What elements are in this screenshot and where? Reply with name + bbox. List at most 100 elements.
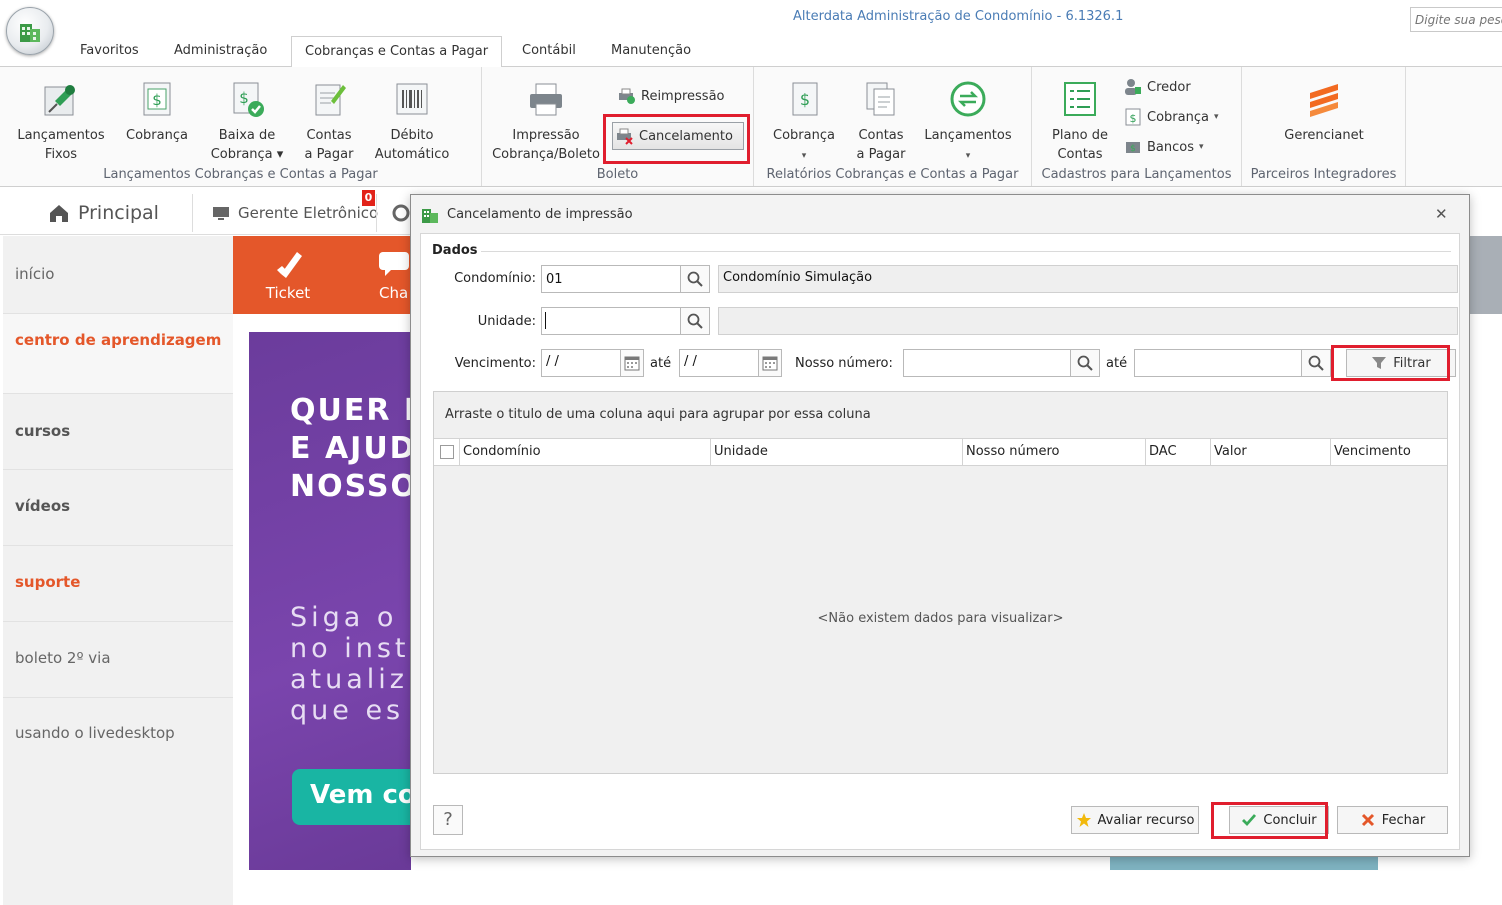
sidebar: início centro de aprendizagem cursos víd… [3, 236, 233, 905]
banner-headline-line: NOSSO [290, 469, 411, 504]
relatorio-contas-line2: a Pagar [856, 147, 906, 162]
condominio-code-field[interactable] [541, 265, 681, 293]
barcode-icon [396, 83, 428, 115]
column-header-dac[interactable]: DAC [1146, 439, 1211, 466]
column-header-unidade[interactable]: Unidade [711, 439, 963, 466]
lancamentos-fixos-button[interactable]: Lançamentos Fixos [14, 79, 108, 164]
column-header-condominio[interactable]: Condomínio [460, 439, 711, 466]
banner-headline: QUER I E AJUD NOSSO [290, 392, 411, 506]
select-all-checkbox[interactable] [440, 445, 454, 459]
building-icon [20, 24, 40, 42]
search-icon [687, 313, 703, 329]
window-title: Alterdata Administração de Condomínio - … [793, 9, 1124, 24]
column-header-vencimento[interactable]: Vencimento [1331, 439, 1447, 466]
fechar-button[interactable]: Fechar [1337, 806, 1448, 834]
document-pencil-icon [315, 84, 346, 116]
banner-body-line: no inst [290, 633, 410, 664]
svg-text:$: $ [239, 89, 249, 107]
menu-tab-contabil[interactable]: Contábil [522, 43, 576, 58]
sidebar-item-inicio[interactable]: início [3, 236, 233, 314]
help-button[interactable]: ? [433, 805, 463, 835]
avaliar-recurso-button[interactable]: Avaliar recurso [1071, 806, 1199, 834]
relatorio-lancamentos-button[interactable]: Lançamentos ▾ [920, 79, 1016, 166]
impressao-line2: Cobrança/Boleto [492, 147, 600, 162]
cadastro-cobranca-button[interactable]: $ Cobrança ▾ [1124, 108, 1218, 126]
sidebar-item-suporte[interactable]: suporte [3, 546, 233, 622]
sidebar-item-centro-aprendizagem[interactable]: centro de aprendizagem [3, 314, 233, 394]
menu-tab-cobrancas[interactable]: Cobranças e Contas a Pagar [291, 36, 503, 67]
ribbon-group-parceiros: Gerencianet Parceiros Integradores [1242, 67, 1406, 186]
debito-automatico-button[interactable]: Débito Automático [368, 79, 456, 164]
dialog-title: Cancelamento de impressão [447, 207, 633, 222]
menu-tab-manutencao[interactable]: Manutenção [611, 43, 691, 58]
chevron-down-icon: ▾ [1213, 112, 1219, 122]
dollar-document-icon: $ [1125, 108, 1141, 126]
baixa-cobranca-button[interactable]: $ Baixa de Cobrança ▾ [202, 79, 292, 164]
impressao-line1: Impressão [512, 128, 580, 143]
calendar-from-button[interactable] [620, 349, 644, 377]
plano-contas-button[interactable]: Plano de Contas [1042, 79, 1118, 164]
unidade-name-field [718, 307, 1458, 335]
column-header-nosso-numero[interactable]: Nosso número [963, 439, 1146, 466]
relatorio-cobranca-button[interactable]: $ Cobrança ▾ [764, 79, 844, 166]
ticket-button[interactable]: Ticket [263, 246, 313, 302]
gerencianet-button[interactable]: Gerencianet [1274, 79, 1374, 145]
condominio-search-button[interactable] [680, 265, 710, 293]
tab-gerente-eletronico[interactable]: Gerente Eletrônico [212, 190, 378, 235]
ribbon-group-label: Boleto [596, 167, 639, 182]
relatorio-contas-pagar-button[interactable]: Contas a Pagar [846, 79, 916, 164]
reimpressao-button[interactable]: Reimpressão [618, 87, 725, 105]
cobranca-line1: Cobrança [126, 128, 188, 143]
calendar-icon [624, 356, 640, 371]
debito-automatico-line2: Automático [374, 147, 450, 162]
nosso-numero-to-field[interactable] [1134, 349, 1302, 377]
nosso-numero-from-search-button[interactable] [1070, 349, 1100, 377]
app-menu-button[interactable] [6, 7, 54, 55]
highlight-box [1211, 802, 1328, 839]
select-all-cell [434, 439, 460, 466]
chat-button[interactable]: Cha [379, 246, 411, 302]
impressao-boleto-button[interactable]: Impressão Cobrança/Boleto [488, 79, 604, 164]
close-icon[interactable]: ✕ [1435, 205, 1448, 223]
bancos-label: Bancos [1147, 139, 1194, 155]
nosso-numero-from-field[interactable] [903, 349, 1071, 377]
ribbon-group-label: Parceiros Integradores [1250, 167, 1397, 182]
tab-principal[interactable]: Principal [48, 190, 159, 235]
vencimento-to-field[interactable]: / / [679, 349, 759, 377]
banner-cta-button[interactable]: Vem co [292, 769, 411, 825]
transfer-arrows-icon [950, 81, 986, 117]
calendar-to-button[interactable] [758, 349, 782, 377]
nosso-numero-to-search-button[interactable] [1301, 349, 1331, 377]
contas-pagar-button[interactable]: Contas a Pagar [296, 79, 362, 164]
relatorio-cobranca-line1: Cobrança [773, 128, 835, 143]
column-header-valor[interactable]: Valor [1211, 439, 1331, 466]
dialog-panel: Dados Condomínio: Condomínio Simulação U… [420, 233, 1460, 850]
title-bar: Alterdata Administração de Condomínio - … [0, 0, 1502, 36]
credor-button[interactable]: Credor [1124, 78, 1191, 96]
gerencianet-label: Gerencianet [1284, 128, 1364, 143]
banner-headline-line: E AJUD [290, 431, 411, 466]
unidade-search-button[interactable] [680, 307, 710, 335]
cobranca-button[interactable]: $ Cobrança [120, 79, 194, 145]
person-icon [1125, 79, 1141, 95]
menu-tab-administracao[interactable]: Administração [174, 43, 267, 58]
building-icon [422, 209, 438, 223]
ribbon-group-label: Cadastros para Lançamentos [1041, 167, 1232, 182]
bancos-button[interactable]: $ Bancos ▾ [1124, 138, 1204, 156]
tab-partial[interactable] [392, 190, 410, 235]
section-divider [481, 251, 1451, 252]
menu-tab-favoritos[interactable]: Favoritos [80, 43, 139, 58]
sidebar-item-cursos[interactable]: cursos [3, 394, 233, 470]
sidebar-item-boleto[interactable]: boleto 2º via [3, 622, 233, 698]
search-icon [687, 271, 703, 287]
home-icon [50, 204, 68, 222]
quick-actions-strip: Ticket Cha [233, 236, 411, 314]
list-icon [1064, 82, 1096, 116]
promo-banner[interactable]: QUER I E AJUD NOSSO Siga o no inst atual… [249, 332, 411, 870]
vencimento-from-field[interactable]: / / [541, 349, 621, 377]
sidebar-item-livedesktop[interactable]: usando o livedesktop [3, 698, 233, 774]
chat-icon [379, 252, 409, 276]
search-input[interactable] [1410, 7, 1502, 32]
sidebar-item-videos[interactable]: vídeos [3, 470, 233, 546]
unidade-field[interactable] [541, 307, 681, 335]
